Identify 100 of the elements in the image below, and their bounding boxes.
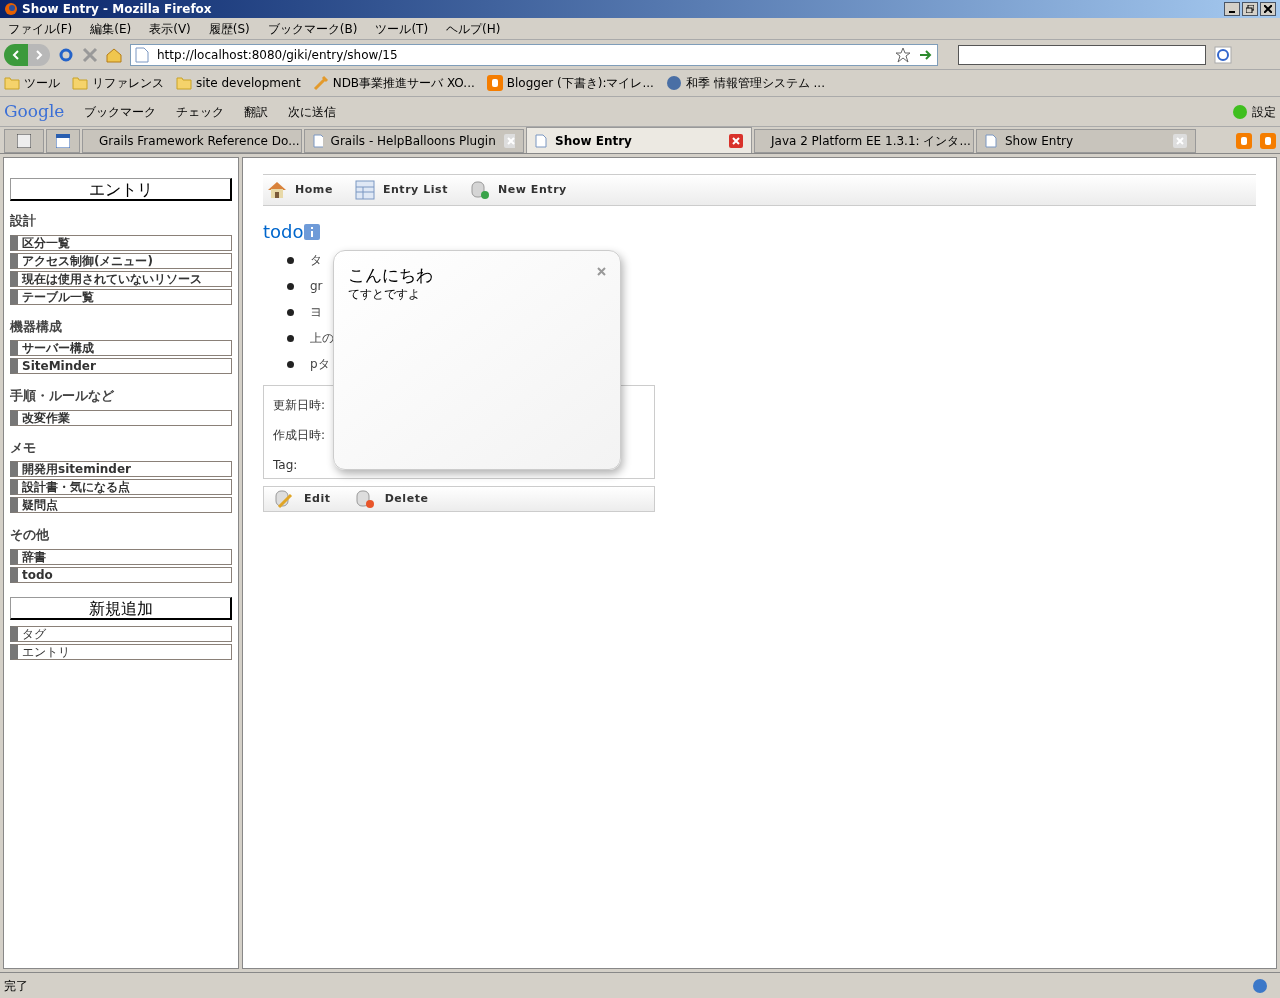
page-icon (313, 134, 323, 148)
bookmark-item[interactable]: site development (196, 74, 301, 92)
star-icon[interactable] (895, 46, 911, 63)
database-add-icon (470, 180, 490, 200)
sidebar-link[interactable]: 区分一覧 (10, 234, 232, 251)
pinned-tab[interactable] (46, 129, 80, 153)
sidebar-header: エントリ (10, 178, 232, 201)
close-icon[interactable] (597, 267, 606, 276)
house-icon (267, 181, 287, 199)
bookmark-item[interactable]: ツール (24, 74, 60, 92)
google-search-icon[interactable] (1214, 45, 1232, 64)
toolbar-button[interactable]: チェック (176, 102, 225, 121)
sidebar-link[interactable]: 辞書 (10, 548, 232, 565)
database-remove-icon (354, 489, 375, 509)
go-arrow-icon[interactable] (919, 48, 933, 61)
status-text: 完了 (4, 977, 28, 995)
blogger-icon (1236, 133, 1252, 149)
bookmark-item[interactable]: 和季 情報管理システム ... (685, 74, 825, 92)
menu-item[interactable]: ツール(T) (375, 19, 429, 38)
restore-icon (1246, 5, 1254, 13)
nav-link[interactable]: Home (295, 181, 333, 199)
browser-tab[interactable]: Show Entry (526, 127, 752, 153)
menu-item[interactable]: 編集(E) (90, 19, 132, 38)
folder-icon (72, 76, 88, 90)
folder-icon (4, 76, 20, 90)
sidebar-link[interactable]: アクセス制御(メニュー) (10, 252, 232, 269)
list-text: ヨ (310, 304, 322, 321)
section-title: 設計 (10, 212, 37, 230)
bookmark-item[interactable]: Blogger (下書き):マイレ... (506, 74, 654, 92)
reload-icon[interactable] (58, 46, 74, 63)
section-title: メモ (10, 438, 37, 457)
close-tab-icon[interactable] (729, 133, 743, 148)
section-title: 機器構成 (10, 317, 63, 336)
balloon-title: こんにちわ (348, 265, 433, 285)
back-button[interactable] (4, 43, 28, 66)
sidebar-link[interactable]: 現在は使用されていないリソース (10, 270, 232, 287)
sidebar-link[interactable]: エントリ (10, 643, 232, 660)
bullet-icon (287, 360, 294, 368)
info-icon[interactable] (303, 223, 320, 240)
url-field[interactable]: http://localhost:8080/giki/entry/show/15 (130, 43, 938, 66)
sidebar-link[interactable]: 設計書・気になる点 (10, 479, 232, 495)
menu-item[interactable]: ファイル(F) (8, 19, 73, 38)
page-icon (135, 46, 149, 63)
sidebar-link[interactable]: 改変作業 (10, 409, 232, 426)
bullet-icon (287, 334, 294, 342)
close-icon (1264, 5, 1272, 13)
blogger-icon (486, 75, 503, 91)
status-dot-icon (1232, 103, 1248, 120)
sidebar-link[interactable]: SiteMinder (10, 358, 232, 374)
table-icon (354, 180, 375, 200)
menu-item[interactable]: ヘルプ(H) (446, 19, 501, 38)
action-link[interactable]: Delete (384, 490, 429, 508)
minimize-icon (1229, 11, 1235, 13)
list-text: pタ (310, 356, 330, 373)
browser-tab[interactable]: Grails Framework Reference Do... (82, 129, 302, 153)
toolbar-button[interactable]: 次に送信 (288, 102, 337, 121)
restore-button[interactable] (1242, 2, 1258, 16)
entry-title: todo (263, 220, 304, 244)
sidebar-link[interactable]: 疑問点 (10, 497, 232, 513)
pinned-tab[interactable] (4, 129, 44, 153)
settings-button[interactable]: 設定 (1252, 102, 1276, 121)
minimize-button[interactable] (1224, 2, 1240, 16)
home-icon[interactable] (106, 46, 122, 63)
sidebar-link[interactable]: テーブル一覧 (10, 288, 232, 305)
sidebar-link[interactable]: 開発用siteminder (10, 461, 232, 477)
close-button[interactable] (1260, 2, 1276, 16)
balloon-text: てすとですよ (348, 286, 420, 303)
google-logo: Google (4, 99, 65, 123)
toolbar-button[interactable]: 翻訳 (244, 102, 269, 121)
nav-link[interactable]: Entry List (382, 181, 448, 199)
meta-label: 更新日時: (273, 397, 327, 414)
action-link[interactable]: Edit (304, 490, 331, 508)
section-title: その他 (10, 526, 50, 544)
menu-item[interactable]: 履歴(S) (208, 19, 250, 38)
browser-tab[interactable]: Show Entry (976, 129, 1196, 153)
folder-icon (176, 76, 192, 90)
sidebar-link[interactable]: サーバー構成 (10, 340, 232, 356)
bullet-icon (287, 308, 294, 316)
list-text: gr (310, 278, 323, 295)
bookmark-item[interactable]: リファレンス (92, 74, 164, 92)
calendar-icon (56, 134, 70, 148)
page-icon (535, 133, 547, 148)
blogger-icon (1260, 133, 1276, 149)
list-text: タ (310, 252, 322, 269)
sidebar-link[interactable]: タグ (10, 625, 232, 642)
firefox-icon (4, 2, 18, 16)
nav-link[interactable]: New Entry (498, 181, 567, 199)
meta-label: Tag: (273, 457, 299, 474)
bookmark-item[interactable]: NDB事業推進サーバ XO... (332, 74, 475, 92)
toolbar-button[interactable]: ブックマーク (84, 102, 157, 121)
meta-label: 作成日時: (273, 427, 327, 444)
browser-tab[interactable]: Java 2 Platform EE 1.3.1: インタ... (754, 129, 974, 153)
pencil-icon (274, 489, 294, 509)
url-text: http://localhost:8080/giki/entry/show/15 (157, 46, 398, 64)
search-field[interactable] (958, 44, 1206, 65)
sidebar-link[interactable]: todo (10, 566, 232, 583)
browser-tab[interactable]: Grails - HelpBalloons Plugin (304, 129, 524, 153)
menu-item[interactable]: ブックマーク(B) (267, 19, 358, 38)
menu-item[interactable]: 表示(V) (149, 19, 191, 38)
page-icon (985, 134, 997, 148)
